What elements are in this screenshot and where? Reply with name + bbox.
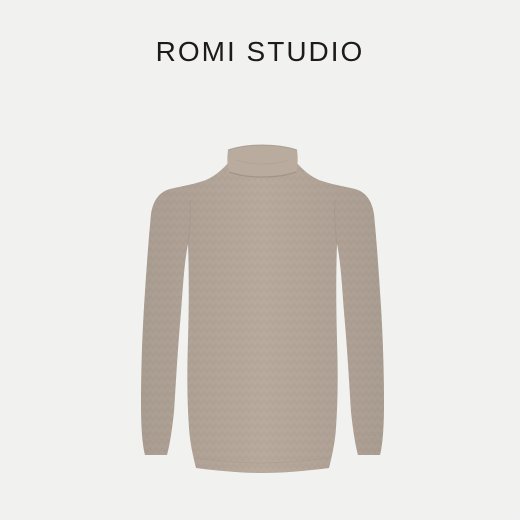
turtleneck-sweater-icon (141, 144, 384, 473)
product-image-frame: ROMI STUDIO (0, 0, 520, 520)
